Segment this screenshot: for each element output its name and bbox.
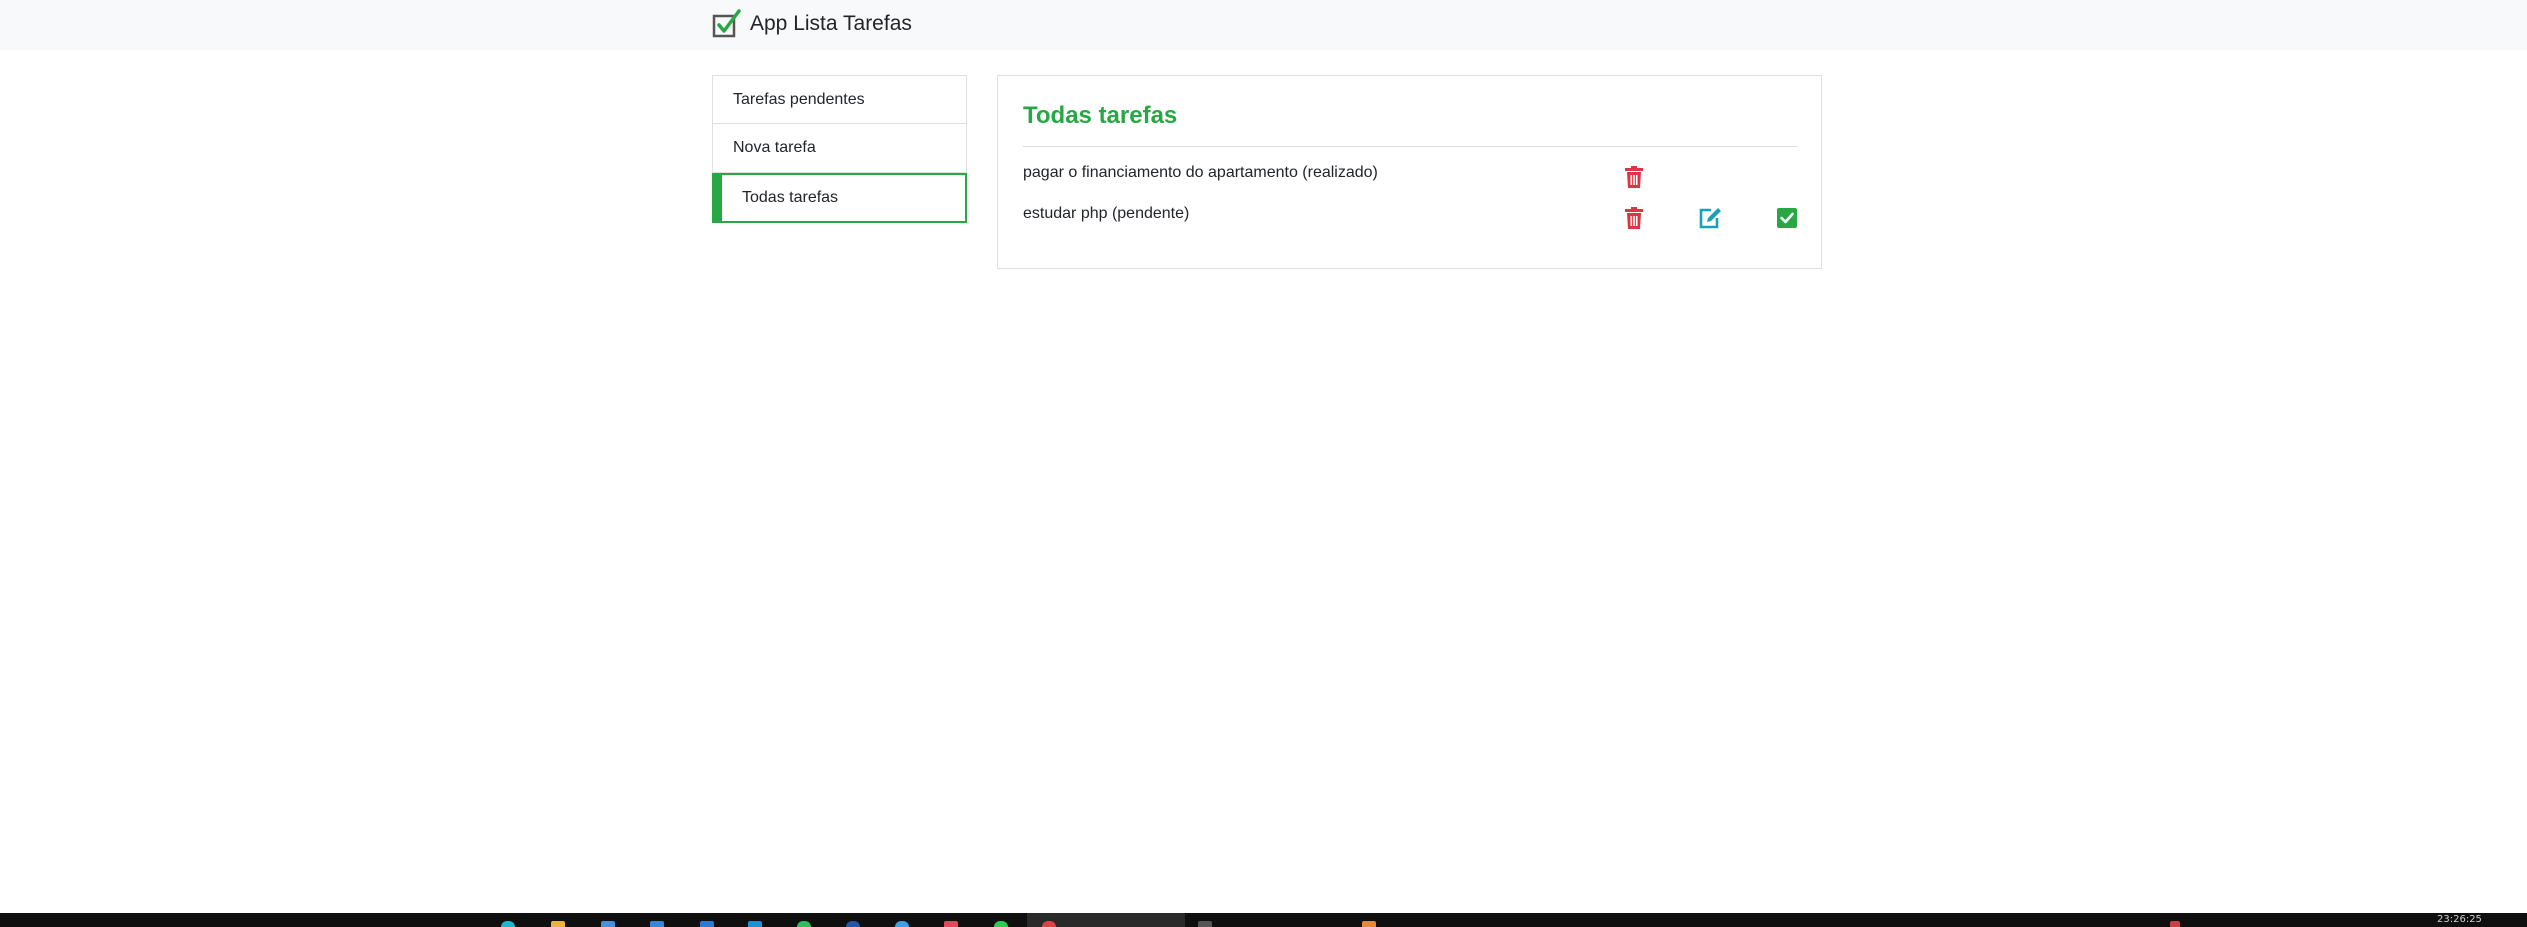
taskbar-app-icon[interactable] xyxy=(601,921,615,927)
task-item-text: estudar php (pendente) xyxy=(1023,205,1190,222)
taskbar-app-icon[interactable] xyxy=(846,921,860,927)
complete-task-button[interactable] xyxy=(1775,206,1799,230)
page-title: Todas tarefas xyxy=(1023,102,1178,129)
taskbar-app-icon[interactable] xyxy=(748,921,762,927)
edit-task-button[interactable] xyxy=(1698,206,1722,230)
taskbar-app-icon[interactable] xyxy=(501,921,515,927)
trash-icon xyxy=(1625,166,1643,188)
sidebar-menu: Tarefas pendentes Nova tarefa Todas tare… xyxy=(712,75,967,223)
taskbar-app-icon[interactable] xyxy=(1198,921,1212,927)
taskbar-app-icon[interactable] xyxy=(1042,921,1056,927)
app-brand[interactable]: App Lista Tarefas xyxy=(712,8,912,40)
os-taskbar xyxy=(0,913,2527,927)
menu-item-nova-tarefa[interactable]: Nova tarefa xyxy=(712,124,967,173)
checkbox-logo-icon xyxy=(712,9,741,38)
delete-task-button[interactable] xyxy=(1622,206,1646,230)
menu-item-todas-tarefas[interactable]: Todas tarefas xyxy=(712,173,967,223)
taskbar-app-icon[interactable] xyxy=(944,921,958,927)
edit-icon xyxy=(1699,208,1721,229)
tasks-card: Todas tarefas pagar o financiamento do a… xyxy=(997,75,1822,269)
menu-item-tarefas-pendentes[interactable]: Tarefas pendentes xyxy=(712,75,967,124)
trash-icon xyxy=(1625,207,1643,229)
taskbar-app-icon[interactable] xyxy=(895,921,909,927)
delete-task-button[interactable] xyxy=(1622,165,1646,189)
taskbar-folder-icon[interactable] xyxy=(551,921,565,927)
check-square-icon xyxy=(1777,208,1797,228)
taskbar-app-icon[interactable] xyxy=(797,921,811,927)
taskbar-clock: 23:26:25 xyxy=(2437,914,2482,925)
task-item-text: pagar o financiamento do apartamento (re… xyxy=(1023,164,1378,181)
taskbar-app-icon[interactable] xyxy=(994,921,1008,927)
taskbar-app-icon[interactable] xyxy=(650,921,664,927)
notification-icon[interactable] xyxy=(2170,921,2180,927)
app-title: App Lista Tarefas xyxy=(750,12,912,35)
navbar: App Lista Tarefas xyxy=(0,0,2527,50)
title-divider xyxy=(1023,146,1797,147)
taskbar-app-icon[interactable] xyxy=(700,921,714,927)
taskbar-app-icon[interactable] xyxy=(1362,921,1376,927)
